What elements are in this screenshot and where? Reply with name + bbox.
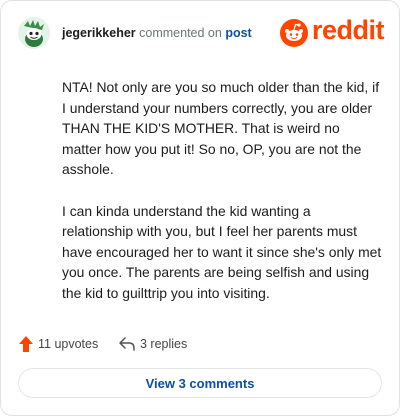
comment-paragraph-2: I can kinda understand the kid wanting a… — [62, 202, 382, 301]
replies-count: 3 replies — [140, 337, 188, 351]
upvote-arrow-icon — [19, 336, 33, 352]
upvote-count: 11 upvotes — [38, 337, 99, 351]
comment-header: jegerikkeher commented on post reddit — [18, 15, 385, 49]
comment-meta: jegerikkeher commented on post — [62, 25, 252, 41]
username-link[interactable]: jegerikkeher — [62, 26, 136, 40]
post-link[interactable]: post — [225, 26, 251, 40]
comment-paragraph-1: NTA! Not only are you so much older than… — [62, 79, 380, 177]
upvote-button[interactable]: 11 upvotes — [18, 335, 108, 353]
view-comments-button[interactable]: View 3 comments — [18, 368, 382, 398]
reddit-logo-icon — [280, 19, 308, 47]
reddit-logo[interactable]: reddit — [280, 15, 385, 47]
reddit-wordmark: reddit — [312, 15, 385, 45]
replies-button[interactable]: 3 replies — [118, 335, 208, 353]
commented-on-text: commented on — [139, 26, 222, 40]
comment-body: NTA! Not only are you so much older than… — [62, 77, 382, 324]
reply-arrow-icon — [119, 337, 135, 351]
avatar-snoo-icon — [18, 17, 50, 49]
comment-card: jegerikkeher commented on post reddit NT… — [0, 0, 400, 416]
user-avatar[interactable] — [18, 17, 50, 49]
